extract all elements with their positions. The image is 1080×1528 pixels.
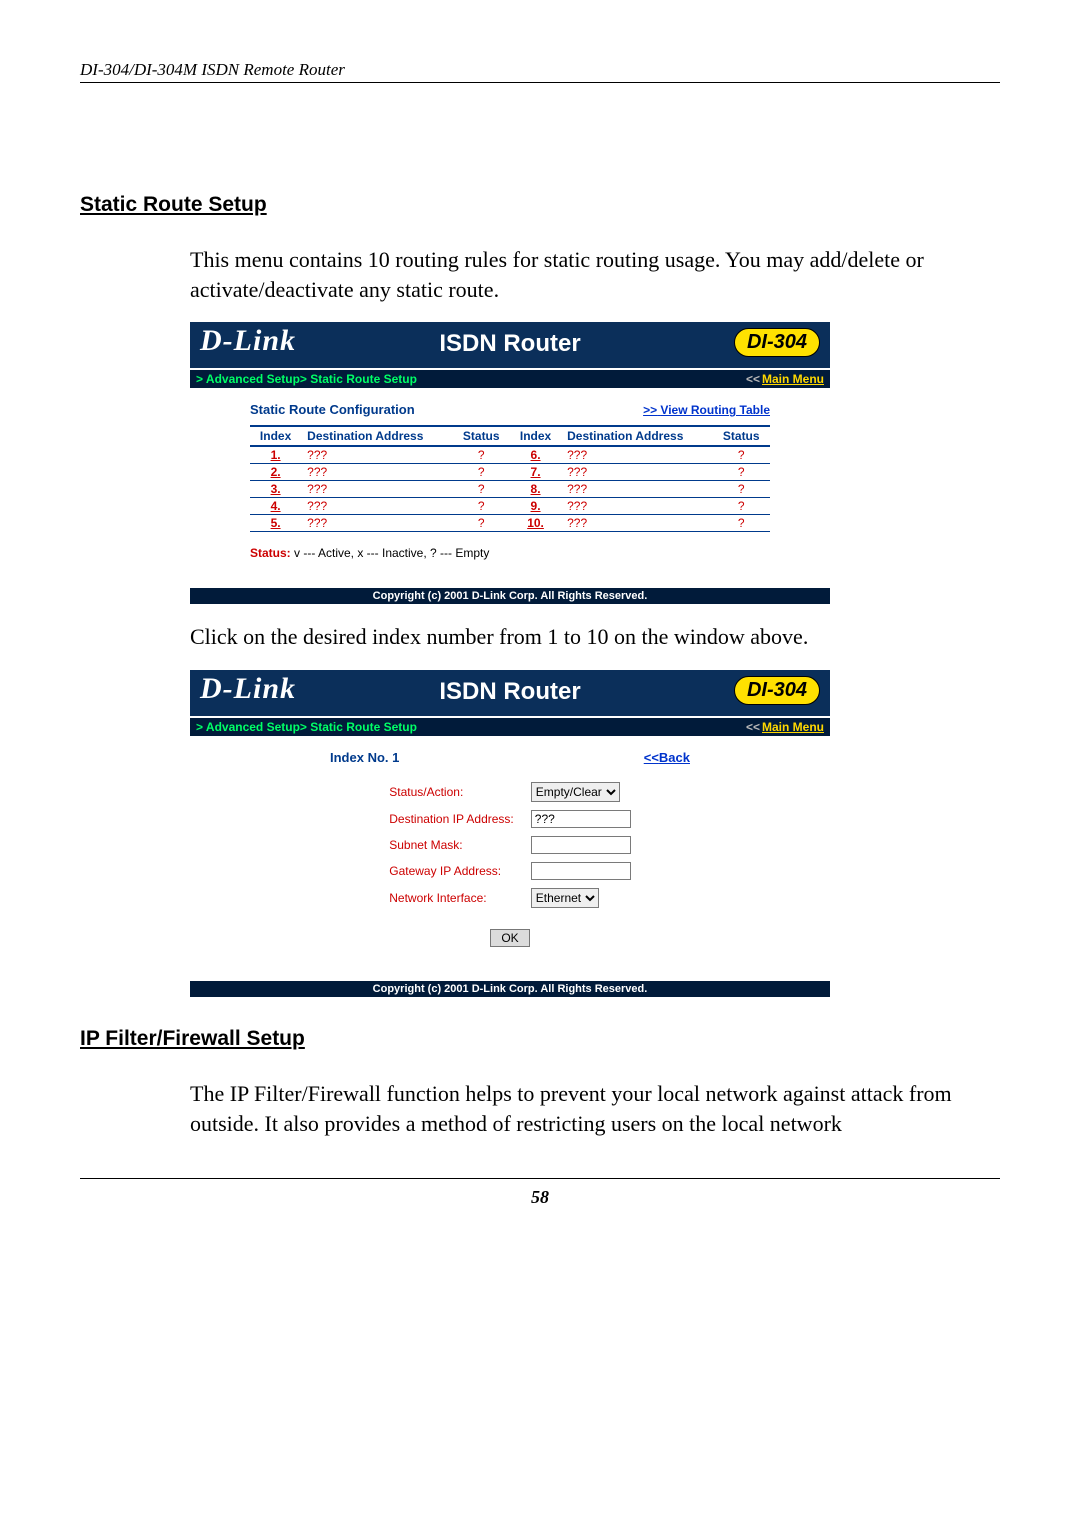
breadcrumb-path: > Advanced Setup> Static Route Setup	[196, 372, 417, 386]
route-status: ?	[453, 515, 510, 532]
dest-ip-label: Destination IP Address:	[388, 809, 524, 829]
router-header: D-Link ISDN Router DI-304	[190, 322, 830, 370]
table-row: 3. ??? ? 8. ??? ?	[250, 481, 770, 498]
route-status: ?	[453, 498, 510, 515]
after-fig1-text: Click on the desired index number from 1…	[80, 622, 1000, 652]
iface-label: Network Interface:	[388, 887, 524, 909]
route-detail-form: Status/Action: Empty/Clear Destination I…	[382, 775, 638, 915]
back-link[interactable]: <<Back	[644, 750, 690, 765]
status-action-select[interactable]: Empty/Clear	[531, 782, 620, 802]
route-index-link[interactable]: 3.	[250, 481, 301, 498]
main-menu-arrows: <<	[746, 372, 760, 386]
router-header: D-Link ISDN Router DI-304	[190, 670, 830, 718]
main-menu-link[interactable]: Main Menu	[762, 720, 824, 734]
breadcrumb-bar: > Advanced Setup> Static Route Setup <<M…	[190, 718, 830, 736]
static-route-table: Index Destination Address Status Index D…	[250, 425, 770, 532]
route-index-link[interactable]: 8.	[510, 481, 561, 498]
route-index-link[interactable]: 6.	[510, 446, 561, 464]
status-legend: Status: v --- Active, x --- Inactive, ? …	[250, 546, 770, 560]
subnet-input[interactable]	[531, 836, 631, 854]
route-index-link[interactable]: 9.	[510, 498, 561, 515]
table-row: 5. ??? ? 10. ??? ?	[250, 515, 770, 532]
router-footer: Copyright (c) 2001 D-Link Corp. All Righ…	[190, 981, 830, 997]
route-index-link[interactable]: 2.	[250, 464, 301, 481]
table-row: 1. ??? ? 6. ??? ?	[250, 446, 770, 464]
running-head: DI-304/DI-304M ISDN Remote Router	[80, 60, 1000, 83]
route-status: ?	[453, 446, 510, 464]
col-status-left: Status	[453, 426, 510, 446]
col-status-right: Status	[712, 426, 770, 446]
table-row: 2. ??? ? 7. ??? ?	[250, 464, 770, 481]
status-action-label: Status/Action:	[388, 781, 524, 803]
route-dest: ???	[301, 498, 452, 515]
route-dest: ???	[561, 481, 712, 498]
route-status: ?	[712, 481, 770, 498]
route-dest: ???	[301, 481, 452, 498]
route-status: ?	[712, 446, 770, 464]
route-index-link[interactable]: 10.	[510, 515, 561, 532]
ok-button[interactable]	[490, 929, 529, 947]
static-route-intro: This menu contains 10 routing rules for …	[80, 245, 1000, 304]
route-dest: ???	[561, 498, 712, 515]
route-dest: ???	[301, 515, 452, 532]
route-index-link[interactable]: 7.	[510, 464, 561, 481]
dest-ip-input[interactable]	[531, 810, 631, 828]
route-status: ?	[453, 464, 510, 481]
col-index-right: Index	[510, 426, 561, 446]
router-footer: Copyright (c) 2001 D-Link Corp. All Righ…	[190, 588, 830, 604]
col-dest-right: Destination Address	[561, 426, 712, 446]
breadcrumb-path: > Advanced Setup> Static Route Setup	[196, 720, 417, 734]
iface-select[interactable]: Ethernet	[531, 888, 599, 908]
route-status: ?	[453, 481, 510, 498]
model-badge: DI-304	[734, 676, 820, 705]
route-dest: ???	[301, 446, 452, 464]
breadcrumb-bar: > Advanced Setup> Static Route Setup <<M…	[190, 370, 830, 388]
route-status: ?	[712, 498, 770, 515]
page-number: 58	[80, 1187, 1000, 1208]
route-index-link[interactable]: 4.	[250, 498, 301, 515]
table-row: 4. ??? ? 9. ??? ?	[250, 498, 770, 515]
route-dest: ???	[561, 464, 712, 481]
main-menu-arrows: <<	[746, 720, 760, 734]
router-screenshot-1: D-Link ISDN Router DI-304 > Advanced Set…	[190, 322, 830, 604]
view-routing-table-link[interactable]: >> View Routing Table	[643, 403, 770, 417]
router-screenshot-2: D-Link ISDN Router DI-304 > Advanced Set…	[190, 670, 830, 997]
static-route-heading: Static Route Setup	[80, 193, 1000, 217]
page-bottom-rule	[80, 1178, 1000, 1179]
route-status: ?	[712, 515, 770, 532]
model-badge: DI-304	[734, 328, 820, 357]
route-dest: ???	[561, 515, 712, 532]
route-status: ?	[712, 464, 770, 481]
static-route-config-title: Static Route Configuration	[250, 402, 415, 417]
firewall-intro: The IP Filter/Firewall function helps to…	[80, 1079, 1000, 1138]
route-dest: ???	[561, 446, 712, 464]
index-number-label: Index No. 1	[330, 750, 399, 765]
subnet-label: Subnet Mask:	[388, 835, 524, 855]
main-menu-link[interactable]: Main Menu	[762, 372, 824, 386]
col-index-left: Index	[250, 426, 301, 446]
route-index-link[interactable]: 1.	[250, 446, 301, 464]
route-index-link[interactable]: 5.	[250, 515, 301, 532]
gateway-label: Gateway IP Address:	[388, 861, 524, 881]
col-dest-left: Destination Address	[301, 426, 452, 446]
route-dest: ???	[301, 464, 452, 481]
gateway-input[interactable]	[531, 862, 631, 880]
firewall-heading: IP Filter/Firewall Setup	[80, 1027, 1000, 1051]
